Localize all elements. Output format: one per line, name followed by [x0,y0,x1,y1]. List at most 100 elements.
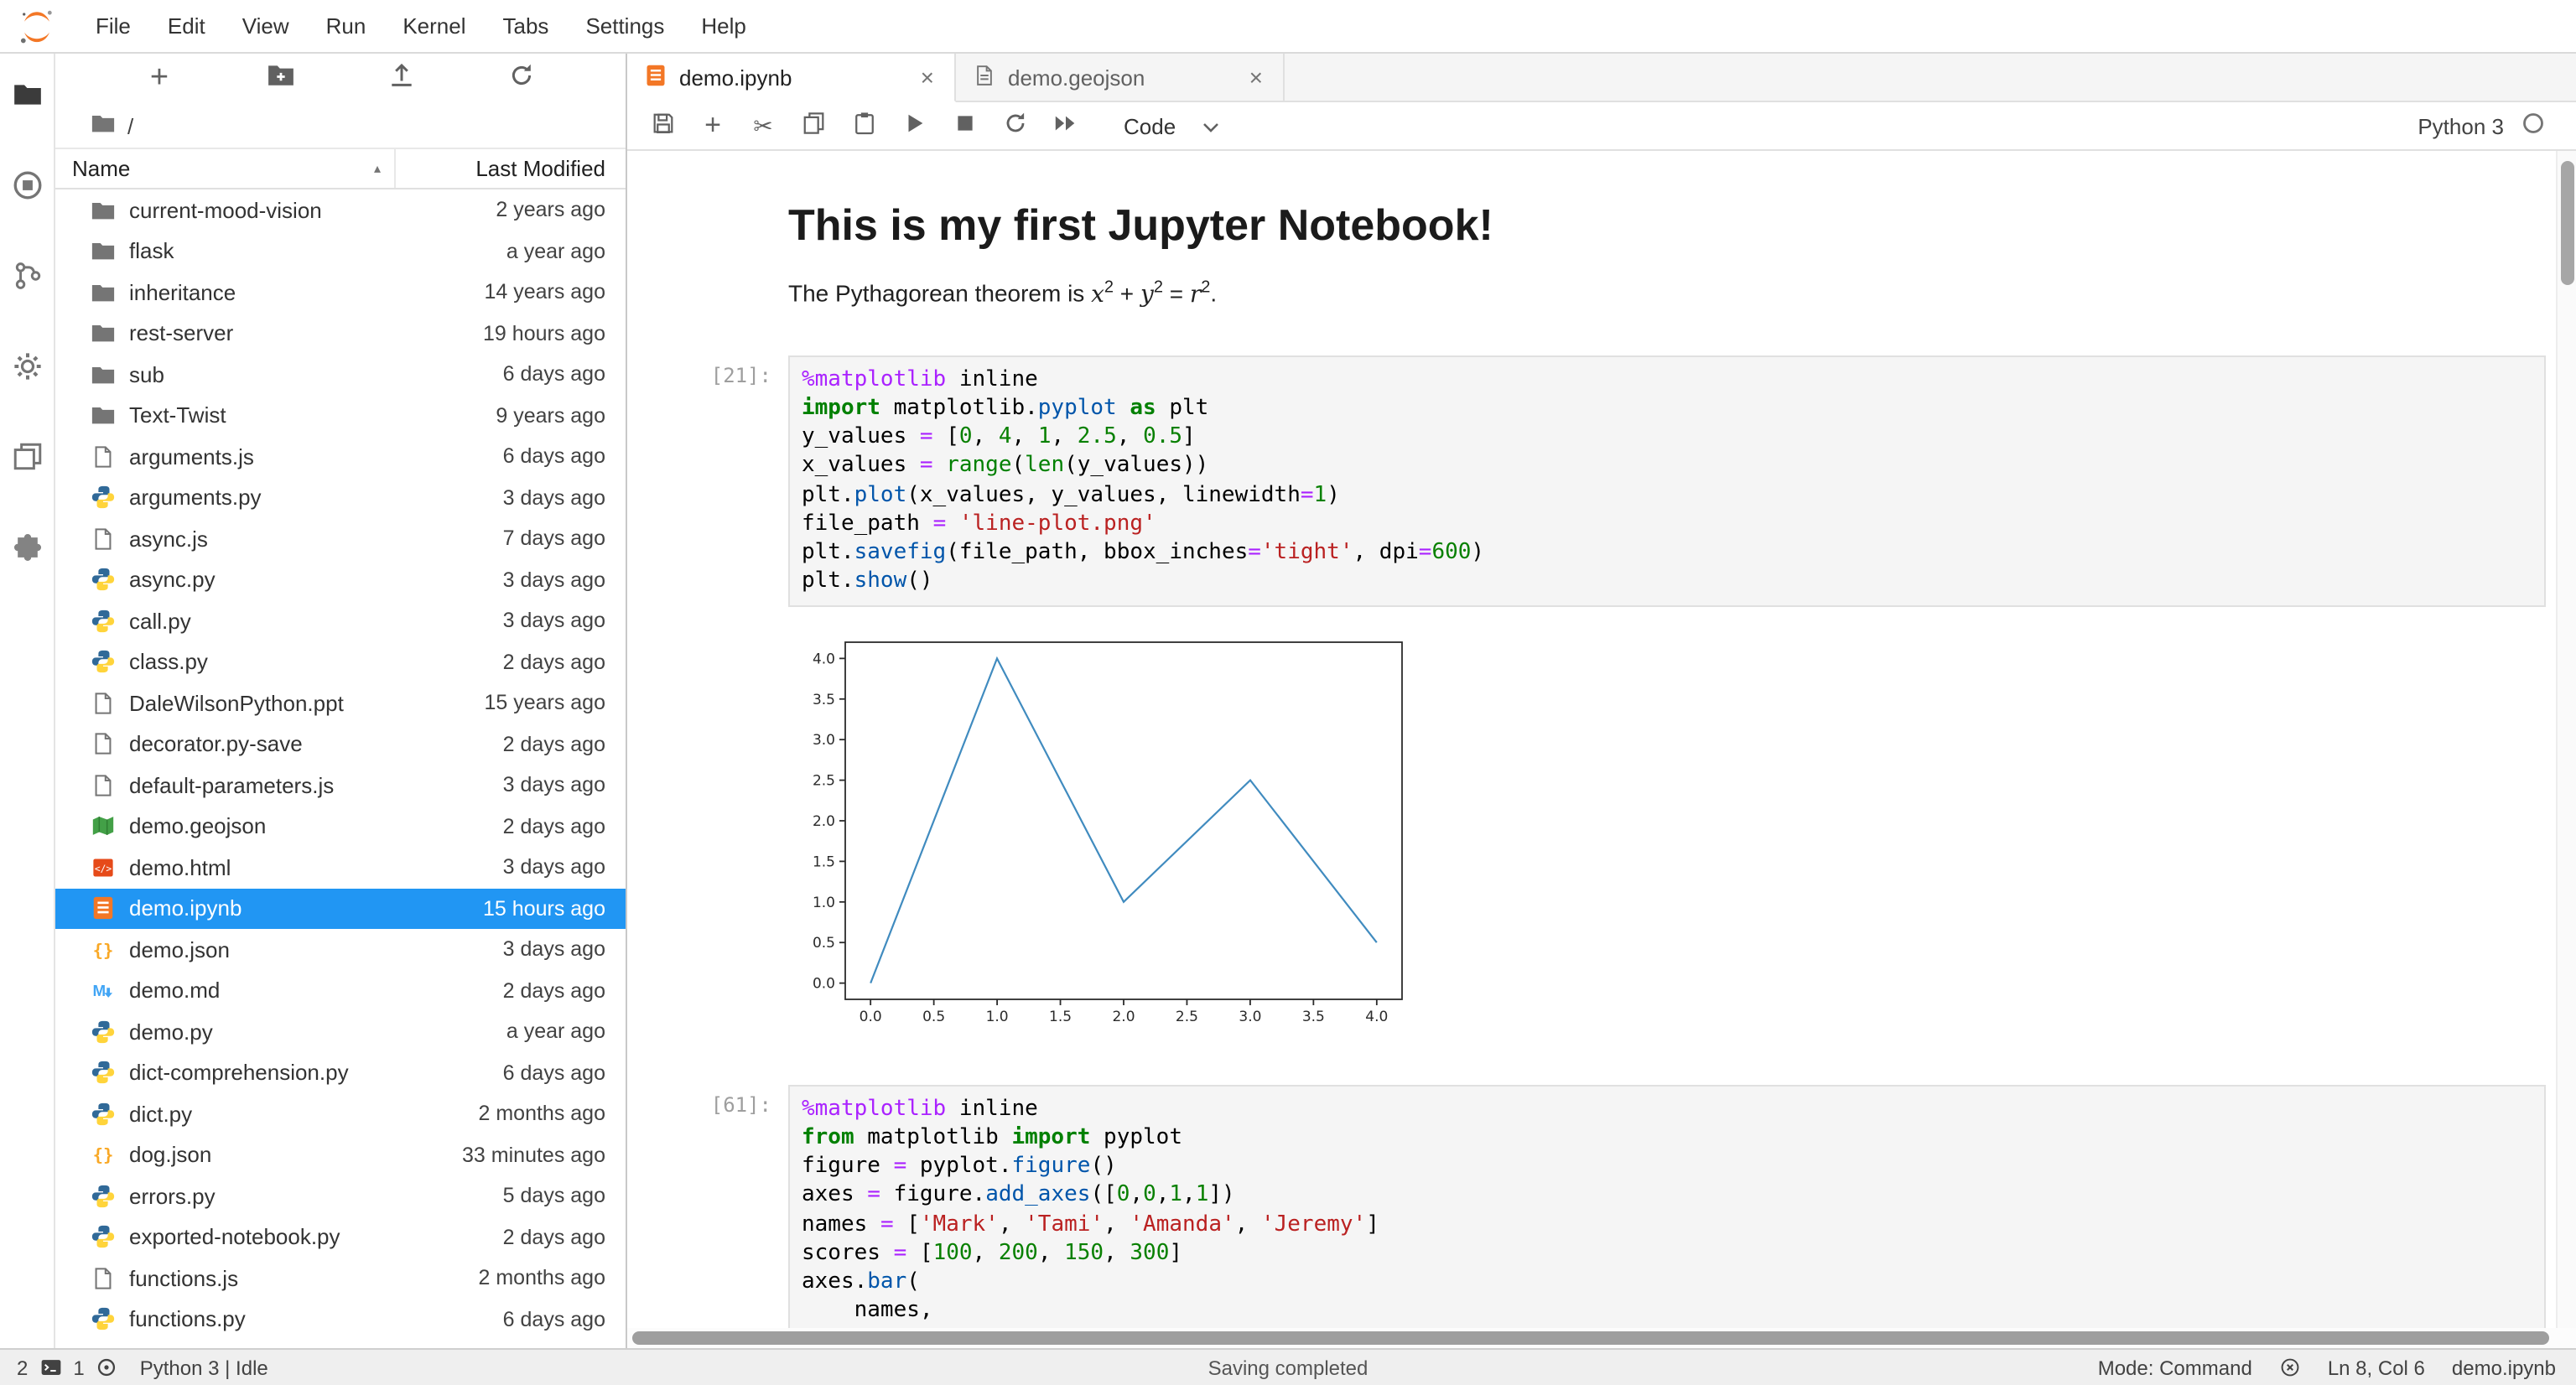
file-modified: 14 years ago [484,281,626,304]
copy-cell-button[interactable] [788,104,839,148]
file-row[interactable]: </>demo.html3 days ago [55,847,626,888]
file-name: exported-notebook.py [129,1225,503,1250]
file-row[interactable]: game-scores.png2 days ago [55,1340,626,1348]
file-name: arguments.js [129,444,503,469]
sidebar-tab-extensions[interactable] [0,506,55,597]
sidebar-tab-property-inspector[interactable] [0,325,55,416]
file-row[interactable]: call.py3 days ago [55,600,626,641]
file-icon [973,63,996,91]
file-row[interactable]: functions.py6 days ago [55,1299,626,1340]
file-name: async.js [129,527,503,552]
menu-view[interactable]: View [224,0,308,52]
interrupt-kernel-button[interactable] [939,104,989,148]
file-browser-toolbar: + [55,54,626,104]
menu-edit[interactable]: Edit [149,0,224,52]
breadcrumb[interactable]: / [55,104,626,148]
file-row[interactable]: exported-notebook.py2 days ago [55,1216,626,1258]
close-tab-icon[interactable]: × [1246,64,1266,91]
file-row[interactable]: dict-comprehension.py6 days ago [55,1052,626,1093]
file-row[interactable]: async.js7 days ago [55,518,626,559]
menu-kernel[interactable]: Kernel [384,0,484,52]
tab-demo-geojson[interactable]: demo.geojson × [956,54,1285,101]
file-row[interactable]: sub6 days ago [55,354,626,395]
file-row[interactable]: inheritance14 years ago [55,272,626,313]
new-folder-button[interactable] [257,57,304,101]
svg-text:M: M [93,983,106,1000]
column-name[interactable]: Name ▴ [55,149,394,188]
column-last-modified[interactable]: Last Modified [394,149,626,188]
sidebar-tab-file-browser[interactable] [0,54,55,144]
sidebar-tab-git[interactable] [0,235,55,325]
file-row[interactable]: errors.py5 days ago [55,1175,626,1216]
cell-editor[interactable]: %matplotlib inlineimport matplotlib.pypl… [788,355,2546,606]
restart-icon [1002,111,1027,141]
menu-help[interactable]: Help [683,0,765,52]
file-row[interactable]: demo.ipynb15 hours ago [55,888,626,929]
folder-icon [91,402,117,429]
restart-run-all-button[interactable] [1040,104,1090,148]
horizontal-scrollbar-thumb[interactable] [632,1331,2549,1345]
breadcrumb-root: / [127,113,133,138]
svg-text:2.0: 2.0 [1112,1008,1135,1024]
file-row[interactable]: async.py3 days ago [55,559,626,600]
sidebar-tab-open-tabs[interactable] [0,416,55,506]
close-tab-icon[interactable]: × [917,64,937,91]
horizontal-scrollbar[interactable] [627,1328,2576,1348]
menu-tabs[interactable]: Tabs [485,0,568,52]
insert-cell-button[interactable]: + [688,104,738,148]
file-row[interactable]: functions.js2 months ago [55,1258,626,1299]
file-row[interactable]: {}demo.json3 days ago [55,929,626,970]
cut-cell-button[interactable]: ✂ [738,104,788,148]
file-name: call.py [129,609,503,634]
cell-editor[interactable]: %matplotlib inlinefrom matplotlib import… [788,1084,2546,1348]
run-cell-button[interactable] [889,104,939,148]
file-row[interactable]: demo.pya year ago [55,1011,626,1052]
status-message: Saving completed [0,1356,2576,1379]
file-row[interactable]: Text-Twist9 years ago [55,395,626,436]
file-row[interactable]: decorator.py-save2 days ago [55,724,626,765]
cell-type-dropdown[interactable]: Code [1114,110,1229,142]
menu-run[interactable]: Run [308,0,385,52]
file-modified: 3 days ago [503,486,626,510]
svg-text:1.5: 1.5 [813,853,835,870]
tab-demo-ipynb[interactable]: demo.ipynb × [627,54,956,102]
file-row[interactable]: demo.geojson2 days ago [55,806,626,847]
tab-label: demo.geojson [1008,65,1145,90]
menu-settings[interactable]: Settings [567,0,683,52]
file-name: decorator.py-save [129,732,503,757]
file-row[interactable]: default-parameters.js3 days ago [55,765,626,806]
file-row[interactable]: {}dog.json33 minutes ago [55,1134,626,1175]
file-row[interactable]: rest-server19 hours ago [55,313,626,354]
svg-text:0.0: 0.0 [813,975,835,992]
restart-kernel-button[interactable] [989,104,1040,148]
python-icon [91,1101,117,1128]
kernel-name-label[interactable]: Python 3 [2418,113,2504,138]
new-launcher-button[interactable]: + [136,57,183,101]
file-row[interactable]: arguments.py3 days ago [55,477,626,518]
save-button[interactable] [637,104,688,148]
running-sessions-icon [11,169,43,210]
python-icon [91,1224,117,1251]
file-row[interactable]: class.py2 days ago [55,641,626,682]
menu-file[interactable]: File [77,0,149,52]
file-name: flask [129,239,506,264]
paste-cell-button[interactable] [839,104,889,148]
vertical-scrollbar[interactable] [2556,151,2576,1328]
sidebar-tab-running-sessions[interactable] [0,144,55,235]
file-row[interactable]: current-mood-vision2 years ago [55,189,626,231]
file-name: rest-server [129,321,483,346]
tab-label: demo.ipynb [679,65,792,90]
vertical-scrollbar-thumb[interactable] [2561,161,2574,285]
refresh-button[interactable] [498,57,545,101]
jupyter-logo-icon [17,6,57,46]
file-row[interactable]: arguments.js6 days ago [55,436,626,477]
upload-button[interactable] [377,57,424,101]
file-row[interactable]: flaska year ago [55,231,626,272]
markdown-cell[interactable]: This is my first Jupyter Notebook! The P… [641,174,2576,355]
file-name: inheritance [129,280,484,305]
file-name: demo.html [129,855,503,880]
file-row[interactable]: Mdemo.md2 days ago [55,970,626,1011]
code-cell: [61]: %matplotlib inlinefrom matplotlib … [641,1084,2576,1348]
file-row[interactable]: dict.py2 months ago [55,1093,626,1134]
file-row[interactable]: DaleWilsonPython.ppt15 years ago [55,682,626,724]
